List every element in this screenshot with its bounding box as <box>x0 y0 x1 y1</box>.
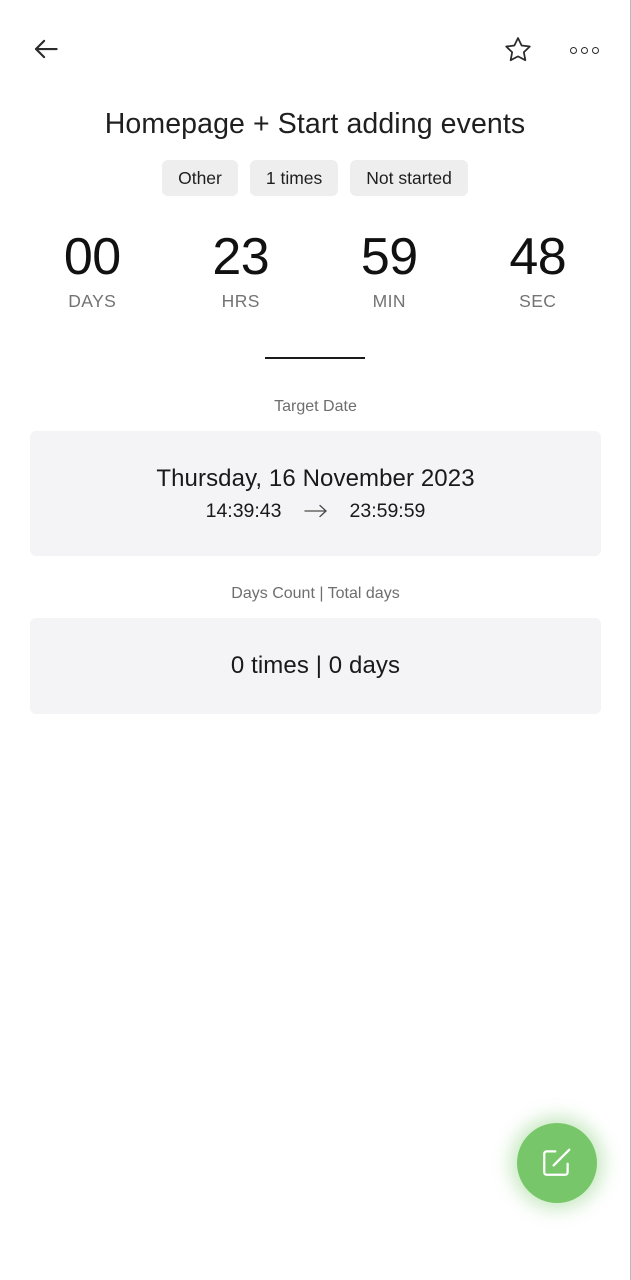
more-horizontal-icon <box>569 46 599 54</box>
days-count-card[interactable]: 0 times | 0 days <box>30 618 601 714</box>
countdown-detail-screen: Homepage + Start adding events Other 1 t… <box>0 0 631 1280</box>
edit-fab-button[interactable] <box>517 1123 597 1203</box>
countdown-hours: 23 HRS <box>167 226 316 312</box>
arrow-left-icon <box>31 34 61 67</box>
target-date-label: Target Date <box>274 398 357 415</box>
days-count-value: 0 times | 0 days <box>230 652 401 679</box>
chip-category[interactable]: Other <box>162 160 238 196</box>
countdown-days: 00 DAYS <box>18 226 167 312</box>
target-start-time: 14:39:43 <box>205 500 282 522</box>
target-date-value: Thursday, 16 November 2023 <box>156 465 475 492</box>
countdown-hours-value: 23 <box>212 228 270 286</box>
tag-chip-row: Other 1 times Not started <box>0 160 630 196</box>
target-time-range: 14:39:43 23:59:59 <box>206 498 426 524</box>
arrow-right-icon <box>303 503 328 519</box>
chip-status[interactable]: Not started <box>350 160 468 196</box>
countdown-hours-label: HRS <box>221 291 260 311</box>
section-divider <box>265 357 365 359</box>
target-end-time: 23:59:59 <box>349 500 426 522</box>
days-count-label: Days Count | Total days <box>231 585 400 602</box>
countdown-days-value: 00 <box>63 228 121 286</box>
target-date-section: Target Date Thursday, 16 November 2023 1… <box>30 396 601 556</box>
countdown-minutes: 59 MIN <box>315 226 464 312</box>
page-title: Homepage + Start adding events <box>104 108 526 140</box>
countdown-seconds: 48 SEC <box>464 226 613 312</box>
days-count-section: Days Count | Total days 0 times | 0 days <box>30 583 601 714</box>
edit-square-icon <box>540 1145 574 1182</box>
chip-repeat-count[interactable]: 1 times <box>249 160 339 196</box>
countdown-minutes-label: MIN <box>372 291 406 311</box>
countdown-days-label: DAYS <box>68 291 117 311</box>
more-options-button[interactable] <box>560 26 608 74</box>
target-date-card[interactable]: Thursday, 16 November 2023 14:39:43 23:5… <box>30 431 601 556</box>
back-button[interactable] <box>22 26 70 74</box>
countdown-timer: 00 DAYS 23 HRS 59 MIN 48 SEC <box>0 226 630 312</box>
app-bar <box>0 0 630 100</box>
countdown-minutes-value: 59 <box>360 228 418 286</box>
countdown-seconds-value: 48 <box>509 228 567 286</box>
countdown-seconds-label: SEC <box>519 291 557 311</box>
favorite-button[interactable] <box>494 26 542 74</box>
star-outline-icon <box>504 35 532 66</box>
